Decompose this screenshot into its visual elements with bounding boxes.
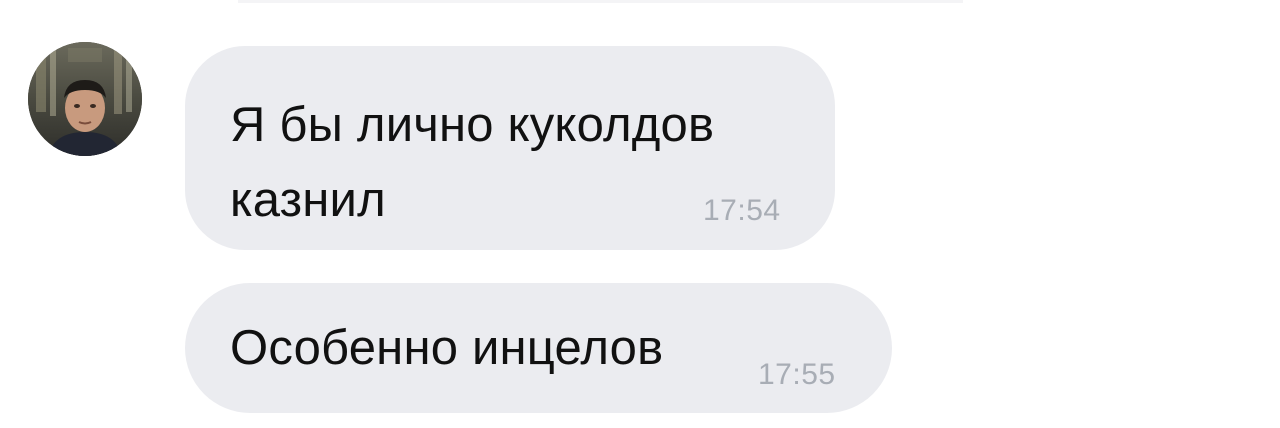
message-time: 17:54 (703, 194, 781, 227)
avatar-photo-icon (28, 42, 142, 156)
chat-history: Я бы лично куколдов казнил 17:54 Особенн… (0, 0, 1280, 428)
message-time: 17:55 (758, 358, 836, 391)
message-bubble[interactable]: Я бы лично куколдов казнил 17:54 (185, 46, 835, 250)
message-bubble[interactable]: Особенно инцелов 17:55 (185, 283, 892, 413)
sender-avatar[interactable] (28, 42, 142, 156)
previous-message-edge (238, 0, 963, 3)
message-text: Особенно инцелов (230, 321, 664, 375)
